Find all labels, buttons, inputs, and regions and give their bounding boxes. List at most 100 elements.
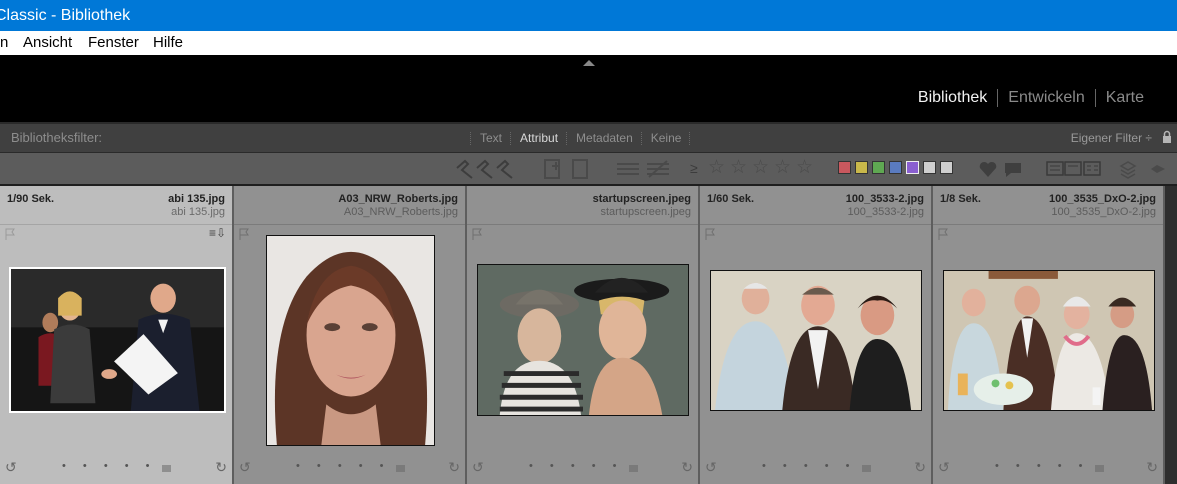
cell-footer: ↺ • • • • • ↻ <box>700 456 931 484</box>
flag-icon[interactable] <box>5 228 15 240</box>
filter-tab-text[interactable]: Text <box>472 131 510 145</box>
cell-header: 1/60 Sek. 100_3533-2.jpg 100_3533-2.jpg <box>700 186 931 225</box>
badge-icon <box>162 465 171 472</box>
library-filter-label: Bibliotheksfilter: <box>11 130 103 145</box>
cell-header: 1/90 Sek. abi 135.jpg abi 135.jpg <box>0 186 232 225</box>
filter-tab-attribute[interactable]: Attribut <box>512 131 566 145</box>
cell-footer: ↺ • • • • • ↻ <box>467 456 698 484</box>
rating-dots[interactable]: • • • • • <box>529 460 623 472</box>
shutter-speed: 1/8 Sek. <box>940 193 981 205</box>
collapse-top-panel-icon[interactable] <box>583 60 595 66</box>
rotate-right-icon[interactable]: ↻ <box>681 459 693 476</box>
rotate-right-icon[interactable]: ↻ <box>215 459 227 476</box>
rating-dots[interactable]: • • • • • <box>995 460 1089 472</box>
cell-header: 1/8 Sek. 100_3535_DxO-2.jpg 100_3535_DxO… <box>933 186 1163 225</box>
rotate-right-icon[interactable]: ↻ <box>1146 459 1158 476</box>
color-label-blue[interactable] <box>889 161 902 174</box>
photo-thumbnail[interactable] <box>943 270 1155 411</box>
filter-tabs: Text Attribut Metadaten Keine <box>470 131 691 145</box>
divider <box>689 131 691 145</box>
library-filter-bar: Bibliotheksfilter: Text Attribut Metadat… <box>0 122 1177 152</box>
rating-dots[interactable]: • • • • • <box>62 460 156 472</box>
module-picker: Bibliothek Entwickeln Karte <box>908 89 1154 107</box>
filename: 100_3535_DxO-2.jpg <box>1048 193 1156 205</box>
stack-unlock-icons[interactable] <box>1119 159 1169 179</box>
flag-icon[interactable] <box>472 228 482 240</box>
badge-icon <box>1095 465 1104 472</box>
color-label-red[interactable] <box>838 161 851 174</box>
flag-icon[interactable] <box>239 228 249 240</box>
badge-icon <box>396 465 405 472</box>
rotate-right-icon[interactable]: ↻ <box>914 459 926 476</box>
rotate-left-icon[interactable]: ↺ <box>938 459 950 476</box>
filename-secondary: 100_3533-2.jpg <box>847 206 924 218</box>
metadata-icon: ≡⇩ <box>208 226 226 240</box>
adjustments-filter-icon[interactable] <box>615 159 671 179</box>
rotate-left-icon[interactable]: ↺ <box>239 459 251 476</box>
rating-dots[interactable]: • • • • • <box>296 460 390 472</box>
rotate-left-icon[interactable]: ↺ <box>472 459 484 476</box>
menu-item-edit[interactable]: n <box>0 31 8 55</box>
photo-thumbnail[interactable] <box>266 235 435 446</box>
edit-filter-icon[interactable] <box>543 158 591 180</box>
cell-header: startupscreen.jpeg startupscreen.jpeg <box>467 186 698 225</box>
menu-item-view[interactable]: Ansicht <box>23 31 72 55</box>
rotate-right-icon[interactable]: ↻ <box>448 459 460 476</box>
cell-footer: ↺ • • • • • ↻ <box>933 456 1163 484</box>
filter-tab-metadata[interactable]: Metadaten <box>568 131 641 145</box>
kind-filter-icon[interactable] <box>978 159 1024 179</box>
menu-item-window[interactable]: Fenster <box>88 31 139 55</box>
star-2-icon[interactable]: ☆ <box>730 158 747 178</box>
view-mode-icons[interactable] <box>1046 160 1102 178</box>
rating-operator[interactable]: ≥ <box>690 159 698 177</box>
cell-header: A03_NRW_Roberts.jpg A03_NRW_Roberts.jpg <box>234 186 465 225</box>
color-label-yellow[interactable] <box>855 161 868 174</box>
photo-thumbnail[interactable] <box>9 267 226 413</box>
menu-item-help[interactable]: Hilfe <box>153 31 183 55</box>
badge-icon <box>629 465 638 472</box>
grid-cell[interactable]: startupscreen.jpeg startupscreen.jpeg ↺ … <box>467 186 700 484</box>
grid-cell[interactable]: 1/60 Sek. 100_3533-2.jpg 100_3533-2.jpg … <box>700 186 933 484</box>
grid-scrollbar[interactable] <box>1165 186 1177 484</box>
rotate-left-icon[interactable]: ↺ <box>5 459 17 476</box>
star-1-icon[interactable]: ☆ <box>708 158 725 178</box>
module-map[interactable]: Karte <box>1096 89 1154 107</box>
module-library[interactable]: Bibliothek <box>908 89 997 107</box>
shutter-speed: 1/90 Sek. <box>7 193 55 205</box>
attribute-filter-toolbar: ≥ ☆ ☆ ☆ ☆ ☆ <box>0 152 1177 184</box>
lock-icon[interactable] <box>1162 130 1172 144</box>
menu-bar: n Ansicht Fenster Hilfe <box>0 31 1177 55</box>
badge-icon <box>862 465 871 472</box>
filename: abi 135.jpg <box>168 193 225 205</box>
filename-secondary: 100_3535_DxO-2.jpg <box>1051 206 1156 218</box>
photo-thumbnail[interactable] <box>477 264 689 416</box>
filename: 100_3533-2.jpg <box>845 193 924 205</box>
color-label-custom[interactable] <box>923 161 936 174</box>
rotate-left-icon[interactable]: ↺ <box>705 459 717 476</box>
grid-cell[interactable]: 1/8 Sek. 100_3535_DxO-2.jpg 100_3535_DxO… <box>933 186 1165 484</box>
window-title: Classic - Bibliothek <box>0 7 131 24</box>
color-label-purple[interactable] <box>906 161 919 174</box>
star-3-icon[interactable]: ☆ <box>752 158 769 178</box>
custom-filter-dropdown[interactable]: Eigener Filter ÷ <box>1071 131 1152 145</box>
filename-secondary: startupscreen.jpeg <box>600 206 692 218</box>
photo-thumbnail[interactable] <box>710 270 922 411</box>
window-titlebar: Classic - Bibliothek <box>0 0 1177 31</box>
star-4-icon[interactable]: ☆ <box>774 158 791 178</box>
module-develop[interactable]: Entwickeln <box>998 89 1094 107</box>
flag-icon[interactable] <box>705 228 715 240</box>
filename: A03_NRW_Roberts.jpg <box>338 193 458 205</box>
flag-icon[interactable] <box>938 228 948 240</box>
flag-filter-icon[interactable] <box>455 158 517 180</box>
rating-dots[interactable]: • • • • • <box>762 460 856 472</box>
color-label-green[interactable] <box>872 161 885 174</box>
filter-tab-none[interactable]: Keine <box>643 131 690 145</box>
filename-secondary: abi 135.jpg <box>171 206 225 218</box>
cell-footer: ↺ • • • • • ↻ <box>234 456 465 484</box>
star-5-icon[interactable]: ☆ <box>796 158 813 178</box>
grid-cell[interactable]: 1/90 Sek. abi 135.jpg abi 135.jpg ≡⇩ ↺ •… <box>0 186 234 484</box>
color-label-none[interactable] <box>940 161 953 174</box>
thumbnail-grid: 1/90 Sek. abi 135.jpg abi 135.jpg ≡⇩ ↺ •… <box>0 186 1177 484</box>
cell-footer: ↺ • • • • • ↻ <box>0 456 232 484</box>
grid-cell[interactable]: A03_NRW_Roberts.jpg A03_NRW_Roberts.jpg … <box>234 186 467 484</box>
